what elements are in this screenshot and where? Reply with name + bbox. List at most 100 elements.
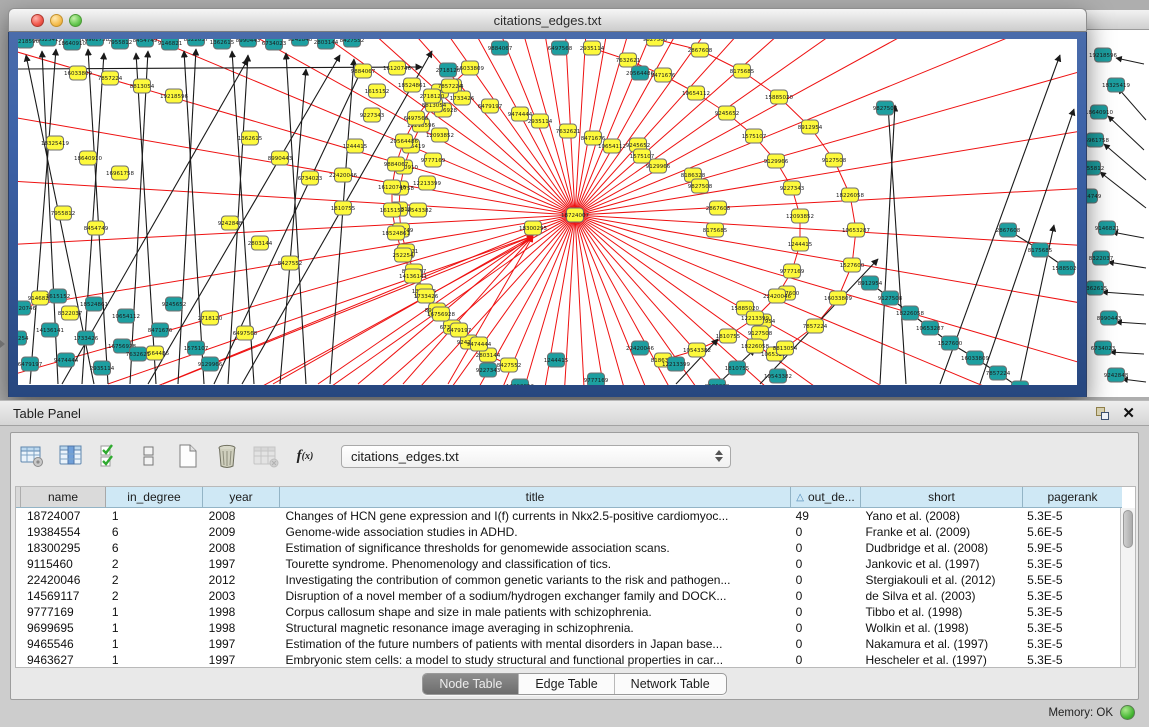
- table-row[interactable]: 977716911998Corpus callosum shape and si…: [16, 604, 1120, 620]
- table-cell[interactable]: 0: [790, 636, 860, 652]
- window-titlebar[interactable]: citations_edges.txt: [8, 8, 1087, 32]
- table-row[interactable]: 1456911722003Disruption of a novel membe…: [16, 588, 1120, 604]
- graph-node[interactable]: 16033809: [456, 61, 484, 75]
- graph-node[interactable]: 9245652: [162, 297, 187, 311]
- graph-node[interactable]: 16033809: [961, 351, 989, 365]
- graph-node[interactable]: 8990443: [1097, 311, 1122, 325]
- table-cell[interactable]: Franke et al. (2009): [859, 524, 1021, 540]
- graph-node[interactable]: 16961758: [106, 166, 134, 180]
- table-row[interactable]: 2242004622012Investigating the contribut…: [16, 572, 1120, 588]
- graph-node[interactable]: 7857224: [986, 366, 1011, 380]
- graph-node[interactable]: 9827508: [873, 101, 898, 115]
- graph-node[interactable]: 8454749: [133, 39, 158, 47]
- table-cell[interactable]: Tourette syndrome. Phenomenology and cla…: [280, 556, 790, 572]
- table-mode-icon[interactable]: [19, 443, 45, 469]
- table-cell[interactable]: 6: [106, 524, 203, 540]
- graph-node[interactable]: 9129966: [646, 159, 671, 173]
- table-cell[interactable]: 9465546: [21, 636, 106, 652]
- graph-node[interactable]: 8912954: [858, 276, 883, 290]
- graph-node[interactable]: 10654112: [112, 309, 140, 323]
- graph-node[interactable]: 8322037: [184, 39, 209, 46]
- table-cell[interactable]: 1: [106, 636, 203, 652]
- table-cell[interactable]: 0: [790, 572, 860, 588]
- delete-column-trash-icon[interactable]: [214, 443, 240, 469]
- graph-node[interactable]: 2867608: [706, 201, 731, 215]
- graph-node[interactable]: 7857224: [803, 319, 828, 333]
- table-cell[interactable]: Yano et al. (2008): [859, 508, 1021, 524]
- graph-node[interactable]: 8912954: [798, 120, 823, 134]
- graph-node[interactable]: 9227343: [780, 181, 805, 195]
- table-cell[interactable]: 6: [106, 540, 203, 556]
- graph-node[interactable]: 7632621: [616, 53, 641, 67]
- table-cell[interactable]: Disruption of a novel member of a sodium…: [280, 588, 790, 604]
- graph-node[interactable]: 8175685: [703, 223, 728, 237]
- hide-panel-arrow[interactable]: [0, 340, 5, 348]
- table-cell[interactable]: Estimation of significance thresholds fo…: [280, 540, 790, 556]
- table-cell[interactable]: Dudbridge et al. (2008): [859, 540, 1021, 556]
- graph-node[interactable]: 12093852: [506, 379, 534, 385]
- graph-node[interactable]: 2803144: [314, 39, 339, 49]
- graph-node[interactable]: 9884067: [351, 64, 376, 78]
- graph-node[interactable]: 8322037: [58, 306, 83, 320]
- graph-node[interactable]: 1244415: [343, 139, 368, 153]
- graph-node[interactable]: 9827508: [688, 179, 713, 193]
- table-cell[interactable]: Corpus callosum shape and size in male p…: [280, 604, 790, 620]
- table-cell[interactable]: 5.3E-5: [1021, 604, 1120, 620]
- graph-node[interactable]: 1615152: [46, 289, 71, 303]
- table-cell[interactable]: 2: [106, 588, 203, 604]
- column-header-name[interactable]: name: [21, 487, 106, 508]
- column-header-short[interactable]: short: [861, 487, 1023, 508]
- table-cell[interactable]: Nakamura et al. (1997): [859, 636, 1021, 652]
- table-cell[interactable]: 9777169: [21, 604, 106, 620]
- graph-node[interactable]: 8427552: [497, 358, 522, 372]
- graph-node[interactable]: 7632621: [126, 347, 151, 361]
- graph-node[interactable]: 1244415: [788, 237, 813, 251]
- table-cell[interactable]: Genome-wide association studies in ADHD.: [280, 524, 790, 540]
- graph-node[interactable]: 1362615: [238, 131, 263, 145]
- table-row[interactable]: 911546021997Tourette syndrome. Phenomeno…: [16, 556, 1120, 572]
- table-source-dropdown[interactable]: citations_edges.txt: [341, 445, 731, 468]
- graph-node[interactable]: 8427552: [340, 39, 365, 47]
- graph-node[interactable]: 1810755: [725, 361, 750, 375]
- table-cell[interactable]: 1997: [203, 652, 280, 667]
- graph-node[interactable]: 8471676: [148, 323, 173, 337]
- graph-node[interactable]: 10653287: [916, 321, 944, 335]
- network-canvas[interactable]: 1603380978572248813054192185961832541918…: [18, 39, 1077, 385]
- table-cell[interactable]: Wolkin et al. (1998): [859, 620, 1021, 636]
- graph-node[interactable]: 6497568: [548, 41, 573, 55]
- graph-node[interactable]: 9242848: [1104, 368, 1129, 382]
- graph-node[interactable]: 6734023: [1091, 341, 1116, 355]
- graph-node[interactable]: 1575107: [742, 129, 767, 143]
- graph-node[interactable]: 8990443: [236, 39, 261, 47]
- close-panel-icon[interactable]: ✕: [1122, 404, 1135, 422]
- table-cell[interactable]: Stergiakouli et al. (2012): [859, 572, 1021, 588]
- table-cell[interactable]: 5.6E-5: [1021, 524, 1120, 540]
- graph-node[interactable]: 2935114: [528, 114, 553, 128]
- table-row[interactable]: 946362711997Embryonic stem cells: a mode…: [16, 652, 1120, 667]
- table-cell[interactable]: 5.3E-5: [1021, 588, 1120, 604]
- memory-status-icon[interactable]: [1120, 705, 1135, 720]
- table-cell[interactable]: 19384554: [21, 524, 106, 540]
- graph-node[interactable]: 252254: [393, 248, 414, 262]
- graph-node[interactable]: 15885020: [765, 90, 793, 104]
- graph-node[interactable]: 8454749: [1086, 189, 1102, 203]
- table-cell[interactable]: 22420046: [21, 572, 106, 588]
- table-cell[interactable]: 5.3E-5: [1021, 652, 1120, 667]
- table-cell[interactable]: 5.3E-5: [1021, 556, 1120, 572]
- graph-node[interactable]: 1244415: [544, 353, 569, 367]
- graph-node[interactable]: 8322037: [1089, 251, 1114, 265]
- table-cell[interactable]: 2009: [203, 524, 280, 540]
- graph-node[interactable]: 8175685: [1028, 243, 1053, 257]
- table-cell[interactable]: 1: [106, 620, 203, 636]
- graph-node[interactable]: 8427552: [278, 256, 303, 270]
- table-row[interactable]: 946554611997Estimation of the future num…: [16, 636, 1120, 652]
- table-cell[interactable]: 1997: [203, 636, 280, 652]
- table-row[interactable]: 1938455462009Genome-wide association stu…: [16, 524, 1120, 540]
- graph-node[interactable]: 1810755: [331, 201, 356, 215]
- table-cell[interactable]: 0: [790, 524, 860, 540]
- graph-node[interactable]: 8471676: [581, 131, 606, 145]
- table-cell[interactable]: 1997: [203, 556, 280, 572]
- table-row[interactable]: 969969511998Structural magnetic resonanc…: [16, 620, 1120, 636]
- graph-node[interactable]: 8990443: [268, 151, 293, 165]
- graph-node[interactable]: 9245652: [715, 106, 740, 120]
